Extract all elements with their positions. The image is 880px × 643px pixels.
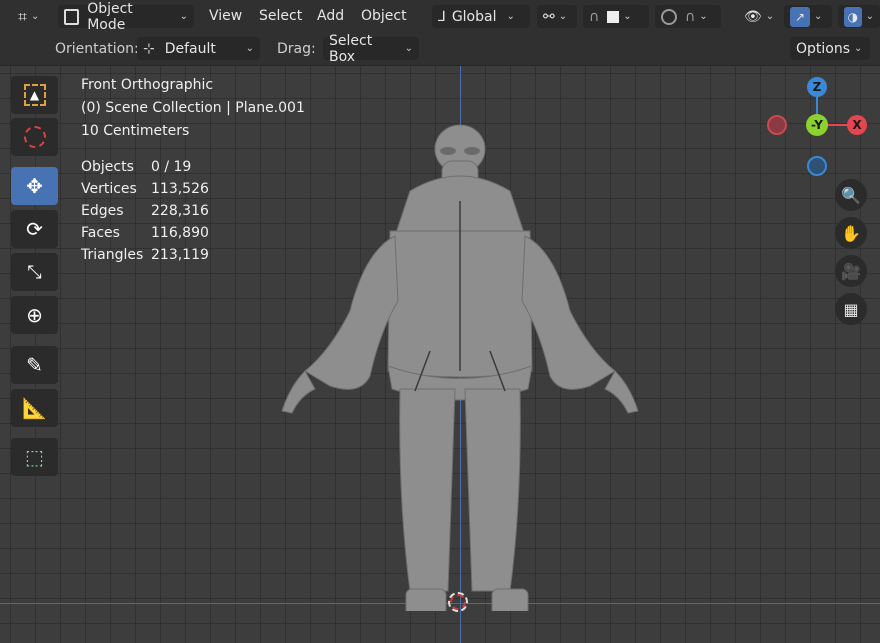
tool-select-box[interactable]: ▲ bbox=[11, 76, 58, 114]
character-model[interactable] bbox=[270, 121, 660, 611]
options-dropdown[interactable]: Options ⌄ bbox=[790, 37, 870, 60]
overlays-icon: ◑ bbox=[844, 6, 862, 27]
drag-value: Select Box bbox=[329, 32, 373, 65]
ortho-toggle-button[interactable]: ▦ bbox=[835, 293, 867, 325]
proportional-editing-group[interactable]: ∩ ⌄ bbox=[655, 5, 721, 28]
menu-add[interactable]: Add bbox=[317, 8, 344, 24]
zoom-icon: 🔍 bbox=[841, 185, 861, 205]
gizmo-z-axis[interactable]: Z bbox=[807, 77, 827, 97]
orientation-label: Orientation: bbox=[55, 41, 139, 57]
chevron-down-icon: ⌄ bbox=[506, 11, 515, 22]
pivot-point-dropdown[interactable]: ⚯ ⌄ bbox=[537, 5, 577, 28]
transform-orientation-label: Global bbox=[451, 8, 497, 25]
collection-info: (0) Scene Collection | Plane.001 bbox=[81, 100, 305, 116]
stat-label: Vertices bbox=[81, 181, 137, 197]
stat-value: 116,890 bbox=[151, 225, 209, 241]
chevron-down-icon: ⌄ bbox=[765, 11, 775, 22]
orientation-dropdown[interactable]: ⊹ Default ⌄ bbox=[137, 37, 260, 60]
stat-value: 213,119 bbox=[151, 247, 209, 263]
orientation-axes-icon: ⅃ bbox=[438, 8, 446, 25]
stat-label: Objects bbox=[81, 159, 134, 175]
overlays-toggle[interactable]: ◑ ⌄ bbox=[838, 5, 880, 28]
add-cube-icon: ⬚ bbox=[25, 445, 44, 469]
eye-icon: 👁 bbox=[744, 8, 762, 25]
drag-label: Drag: bbox=[277, 41, 316, 57]
menu-view[interactable]: View bbox=[209, 8, 242, 24]
tool-transform[interactable]: ⊕ bbox=[11, 296, 58, 334]
tool-measure[interactable]: 📐 bbox=[11, 389, 58, 427]
3d-cursor-ring bbox=[450, 594, 466, 610]
chevron-down-icon: ⌄ bbox=[814, 11, 823, 22]
chevron-down-icon: ⌄ bbox=[699, 11, 708, 22]
pan-button[interactable]: ✋ bbox=[835, 217, 867, 249]
chevron-down-icon: ⌄ bbox=[623, 11, 632, 22]
options-label: Options bbox=[796, 40, 851, 57]
zoom-button[interactable]: 🔍 bbox=[835, 179, 867, 211]
falloff-curve-icon: ∩ bbox=[685, 8, 696, 25]
transform-icon: ⊕ bbox=[26, 303, 43, 327]
object-mode-icon bbox=[64, 8, 80, 25]
chevron-down-icon: ⌄ bbox=[558, 11, 568, 22]
menu-select[interactable]: Select bbox=[259, 8, 302, 24]
view-name: Front Orthographic bbox=[81, 77, 214, 93]
gizmo-neg-z-axis[interactable] bbox=[807, 156, 827, 176]
chevron-down-icon: ⌄ bbox=[865, 11, 874, 22]
tool-header: Orientation: ⊹ Default ⌄ Drag: Select Bo… bbox=[0, 33, 880, 66]
move-icon: ✥ bbox=[26, 174, 43, 198]
grid-scale: 10 Centimeters bbox=[81, 123, 190, 139]
editor-type-button[interactable]: ⌗ ⌄ bbox=[12, 5, 50, 28]
rotate-icon: ⟳ bbox=[26, 217, 43, 241]
select-box-icon: ▲ bbox=[23, 84, 46, 106]
proportional-edit-icon bbox=[661, 8, 677, 25]
grid-icon: ▦ bbox=[843, 299, 859, 319]
snap-target-icon bbox=[607, 10, 620, 23]
tool-add-cube[interactable]: ⬚ bbox=[11, 438, 58, 476]
snap-magnet-icon: ∩ bbox=[589, 8, 600, 25]
drag-dropdown[interactable]: Select Box ⌄ bbox=[323, 33, 419, 65]
tool-annotate[interactable]: ✎ bbox=[11, 346, 58, 384]
visibility-dropdown[interactable]: 👁 ⌄ bbox=[738, 5, 778, 28]
gizmo-toggle[interactable]: ↗ ⌄ bbox=[784, 5, 832, 28]
pivot-link-icon: ⚯ bbox=[543, 8, 555, 25]
tool-rotate[interactable]: ⟳ bbox=[11, 210, 58, 248]
3d-viewport[interactable]: Front Orthographic (0) Scene Collection … bbox=[0, 66, 880, 643]
transform-orientation-dropdown[interactable]: ⅃ Global ⌄ bbox=[432, 5, 530, 28]
gizmo-neg-y-axis[interactable]: -Y bbox=[806, 114, 828, 136]
scale-icon: ⤡ bbox=[27, 261, 42, 283]
chevron-down-icon: ⌄ bbox=[31, 11, 40, 22]
measure-icon: 📐 bbox=[22, 396, 47, 420]
mode-dropdown[interactable]: Object Mode ⌄ bbox=[58, 1, 194, 33]
stat-label: Faces bbox=[81, 225, 120, 241]
camera-view-button[interactable]: 🎥 bbox=[835, 255, 867, 287]
stat-value: 113,526 bbox=[151, 181, 209, 197]
viewport-header: ⌗ ⌄ Object Mode ⌄ View Select Add Object … bbox=[0, 0, 880, 33]
snapping-group[interactable]: ∩ ⌄ bbox=[583, 5, 649, 28]
chevron-down-icon: ⌄ bbox=[245, 43, 254, 54]
annotate-icon: ✎ bbox=[26, 353, 43, 377]
gizmo-neg-x-axis[interactable] bbox=[767, 115, 787, 135]
gizmo-icon: ↗ bbox=[790, 6, 810, 27]
tool-move[interactable]: ✥ bbox=[11, 167, 58, 205]
hand-icon: ✋ bbox=[841, 223, 861, 243]
stat-value: 0 / 19 bbox=[151, 159, 192, 175]
stat-label: Edges bbox=[81, 203, 124, 219]
orientation-value: Default bbox=[164, 40, 216, 57]
gizmo-x-axis[interactable]: X bbox=[847, 115, 867, 135]
editor-type-icon: ⌗ bbox=[18, 6, 28, 26]
tool-cursor[interactable] bbox=[11, 118, 58, 156]
menu-object[interactable]: Object bbox=[361, 8, 407, 24]
camera-icon: 🎥 bbox=[841, 261, 861, 281]
stat-value: 228,316 bbox=[151, 203, 209, 219]
mode-label: Object Mode bbox=[87, 0, 133, 33]
chevron-down-icon: ⌄ bbox=[854, 43, 863, 54]
tool-scale[interactable]: ⤡ bbox=[11, 253, 58, 291]
cursor-icon bbox=[23, 126, 46, 148]
stat-label: Triangles bbox=[81, 247, 144, 263]
chevron-down-icon: ⌄ bbox=[404, 43, 413, 54]
orientation-icon: ⊹ bbox=[143, 40, 155, 57]
chevron-down-icon: ⌄ bbox=[179, 11, 188, 22]
